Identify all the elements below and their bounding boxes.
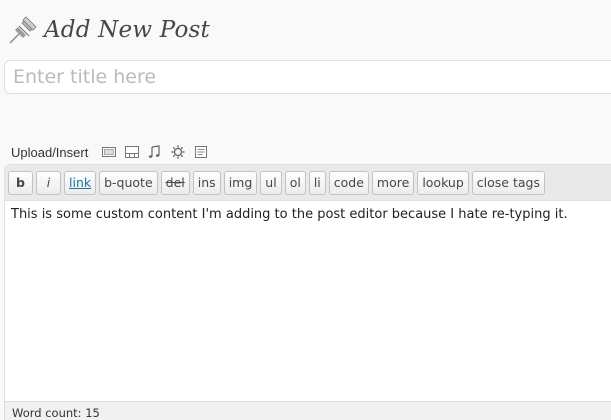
upload-insert-label: Upload/Insert: [11, 144, 89, 160]
post-editor-page: Add New Post Upload/Insert: [0, 0, 611, 420]
code-button[interactable]: code: [328, 170, 369, 195]
bold-button[interactable]: b: [8, 170, 33, 195]
post-editor: b i link b-quote del ins img ul ol li co…: [4, 164, 611, 420]
post-title-input[interactable]: [5, 61, 611, 93]
pushpin-icon: [6, 13, 40, 47]
blockquote-button[interactable]: b-quote: [99, 170, 158, 195]
ul-button[interactable]: ul: [260, 170, 282, 195]
close-tags-button[interactable]: close tags: [471, 170, 545, 195]
italic-button[interactable]: i: [36, 170, 61, 195]
ol-button[interactable]: ol: [284, 170, 306, 195]
post-content-textarea[interactable]: This is some custom content I'm adding t…: [5, 201, 611, 397]
more-button[interactable]: more: [371, 170, 415, 195]
document-icon[interactable]: [193, 144, 209, 160]
page-title: Add New Post: [44, 17, 210, 43]
lookup-button[interactable]: lookup: [417, 170, 469, 195]
del-button[interactable]: del: [160, 170, 190, 195]
quicktags-toolbar: b i link b-quote del ins img ul ol li co…: [5, 165, 611, 201]
img-button[interactable]: img: [223, 170, 258, 195]
image-icon[interactable]: [101, 144, 117, 160]
page-header: Add New Post: [6, 12, 210, 48]
ins-button[interactable]: ins: [192, 170, 221, 195]
media-icon[interactable]: [170, 144, 186, 160]
word-count: Word count: 15: [12, 406, 100, 420]
media-buttons: Upload/Insert: [11, 142, 216, 162]
link-button[interactable]: link: [64, 170, 97, 195]
editor-status-bar: Word count: 15: [5, 401, 611, 420]
video-icon[interactable]: [124, 144, 140, 160]
li-button[interactable]: li: [308, 170, 326, 195]
title-field-wrapper: [4, 60, 611, 94]
audio-icon[interactable]: [147, 144, 163, 160]
